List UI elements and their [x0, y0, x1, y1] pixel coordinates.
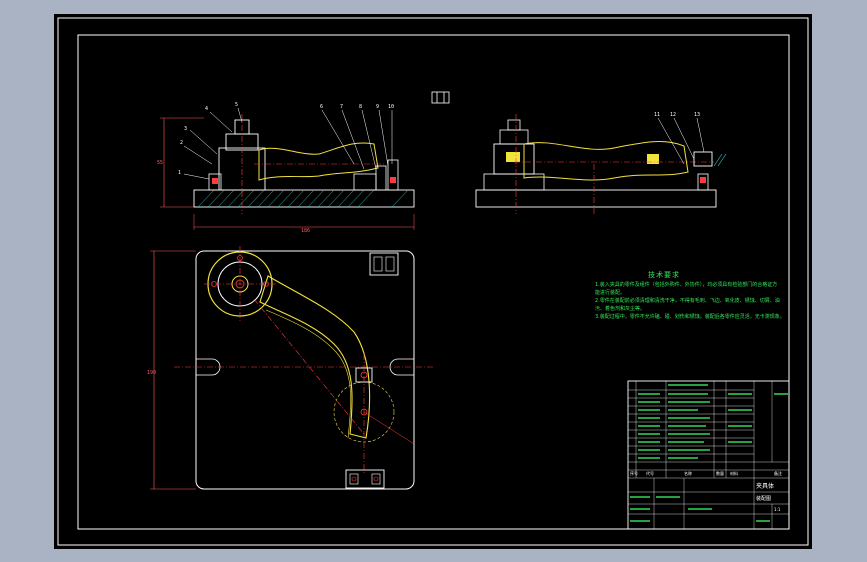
workpiece-front: [258, 142, 379, 181]
tech-requirement-line-5: 3.装配过程中，零件不允许磕、碰、划伤和锈蚀。装配后各零件应灵活，无卡滞现象。: [595, 314, 785, 320]
tech-requirements-title: 技术要求: [648, 271, 680, 279]
balloon-12: 12: [670, 112, 676, 118]
pin-nut: [390, 177, 396, 183]
balloon-1: 1: [178, 170, 181, 176]
balloon-5: 5: [235, 102, 238, 108]
tech-requirement-line-1: 1.装入夹具的零件及组件（包括外购件、外协件），均必须具有检验部门的合格证方: [595, 282, 778, 288]
side-view: 11 12 13: [475, 112, 727, 214]
balloon-10: 10: [388, 104, 394, 110]
base-plate-section: [193, 189, 415, 208]
workpiece-slot: [647, 154, 659, 164]
front-view: 55 186 1 2 3 4 5 6 7 8 9 10: [157, 102, 415, 234]
balloon-11: 11: [654, 112, 660, 118]
side-locating-block: [693, 151, 713, 167]
drawing-name: 夹具体: [756, 482, 774, 490]
tech-requirement-line-3: 2.零件在装配前必须清理和清洗干净，不得有毛刺、飞边、氧化皮、锈蚀、切屑、油: [595, 298, 780, 304]
balloon-4: 4: [205, 106, 208, 112]
approval-rows: [630, 496, 770, 522]
locating-pin-a: [375, 165, 387, 191]
title-block: 序号 代号 名称 数量 材料 备注 夹具体 装配图 1:1: [627, 380, 790, 530]
side-base: [475, 189, 717, 208]
title-block-frame: [627, 380, 790, 530]
length-dimension-text: 186: [301, 228, 310, 234]
front-balloons: 1 2 3 4 5 6 7 8 9 10: [178, 102, 394, 176]
header-qty: 数量: [716, 470, 724, 476]
parts-list-header: 序号 代号 名称 数量 材料 备注: [630, 470, 782, 476]
right-support: [353, 173, 377, 191]
side-workpiece-bore: [506, 152, 520, 162]
side-leaders: [657, 117, 705, 165]
balloon-2: 2: [180, 140, 183, 146]
scale-value: 1:1: [774, 507, 781, 512]
side-hatch: [713, 153, 727, 167]
locating-pin-b: [387, 159, 399, 191]
base-hatch: [197, 189, 409, 208]
balloon-8: 8: [359, 104, 362, 110]
header-name: 名称: [684, 470, 692, 476]
side-nut: [507, 119, 521, 131]
plan-height-text: 190: [147, 370, 156, 376]
balloon-13: 13: [694, 112, 700, 118]
drawing-canvas: 55 186 1 2 3 4 5 6 7 8 9 10 11 12 13 190…: [54, 14, 812, 549]
top-center-mark: [431, 91, 450, 104]
side-support: [483, 173, 545, 191]
balloon-6: 6: [320, 104, 323, 110]
height-dimension-text: 55: [157, 160, 163, 166]
balloon-7: 7: [340, 104, 343, 110]
tech-requirement-line-2: 能进行装配。: [595, 290, 626, 296]
tech-requirement-line-4: 污、着色剂和灰尘等。: [595, 306, 646, 312]
left-stud-nut: [212, 178, 218, 184]
front-leaders: [183, 107, 393, 180]
drawing-sub-name: 装配图: [756, 495, 771, 502]
plan-base-plate: [195, 250, 415, 490]
header-code: 代号: [646, 470, 654, 476]
parts-list-rows: [638, 384, 788, 459]
balloon-9: 9: [376, 104, 379, 110]
header-note: 备注: [774, 470, 782, 476]
rod-shank: [259, 275, 371, 439]
parts-list-grid: [628, 381, 789, 529]
plan-view: 190: [147, 246, 434, 490]
header-index: 序号: [630, 470, 638, 476]
side-balloons: 11 12 13: [654, 112, 700, 118]
balloon-3: 3: [184, 126, 187, 132]
side-cap: [499, 129, 529, 145]
workpiece-side: [523, 141, 689, 181]
header-material: 材料: [730, 470, 738, 476]
